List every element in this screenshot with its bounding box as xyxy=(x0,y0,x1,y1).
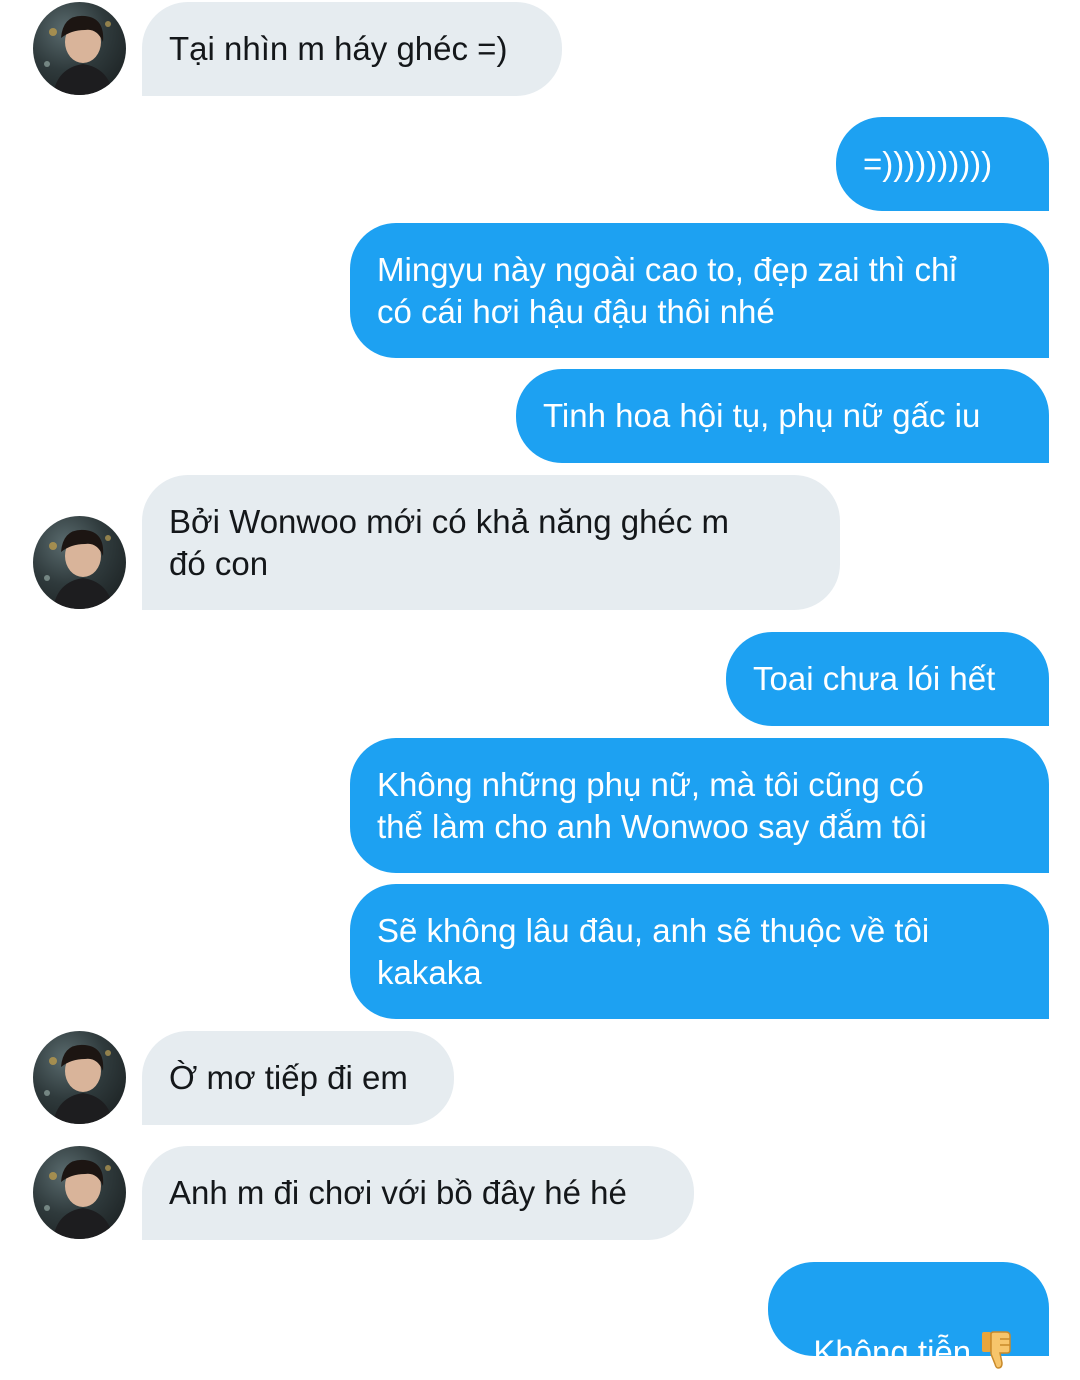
contact-avatar[interactable] xyxy=(33,1146,126,1239)
message-bubble-outgoing[interactable]: Không những phụ nữ, mà tôi cũng có thể l… xyxy=(350,738,1049,873)
message-bubble-outgoing[interactable]: Toai chưa lói hết xyxy=(726,632,1049,726)
message-bubble-outgoing[interactable]: Sẽ không lâu đâu, anh sẽ thuộc về tôi ka… xyxy=(350,884,1049,1019)
message-bubble-incoming[interactable]: Tại nhìn m háy ghéc =) xyxy=(142,2,562,96)
thumbs-down-icon xyxy=(979,1330,1013,1380)
message-bubble-incoming[interactable]: Ờ mơ tiếp đi em xyxy=(142,1031,454,1125)
message-bubble-incoming[interactable]: Anh m đi chơi với bồ đây hé hé xyxy=(142,1146,694,1240)
contact-avatar[interactable] xyxy=(33,2,126,95)
message-bubble-outgoing[interactable]: Không tiễn xyxy=(768,1262,1049,1371)
message-bubble-outgoing[interactable]: Mingyu này ngoài cao to, đẹp zai thì chỉ… xyxy=(350,223,1049,358)
message-bubble-incoming[interactable]: Bởi Wonwoo mới có khả năng ghéc m đó con xyxy=(142,475,840,610)
contact-avatar[interactable] xyxy=(33,1031,126,1124)
contact-avatar[interactable] xyxy=(33,516,126,609)
message-text: Không tiễn xyxy=(813,1333,972,1371)
message-bubble-outgoing[interactable]: Tinh hoa hội tụ, phụ nữ gấc iu xyxy=(516,369,1049,463)
message-bubble-outgoing[interactable]: =)))))))))) xyxy=(836,117,1049,211)
